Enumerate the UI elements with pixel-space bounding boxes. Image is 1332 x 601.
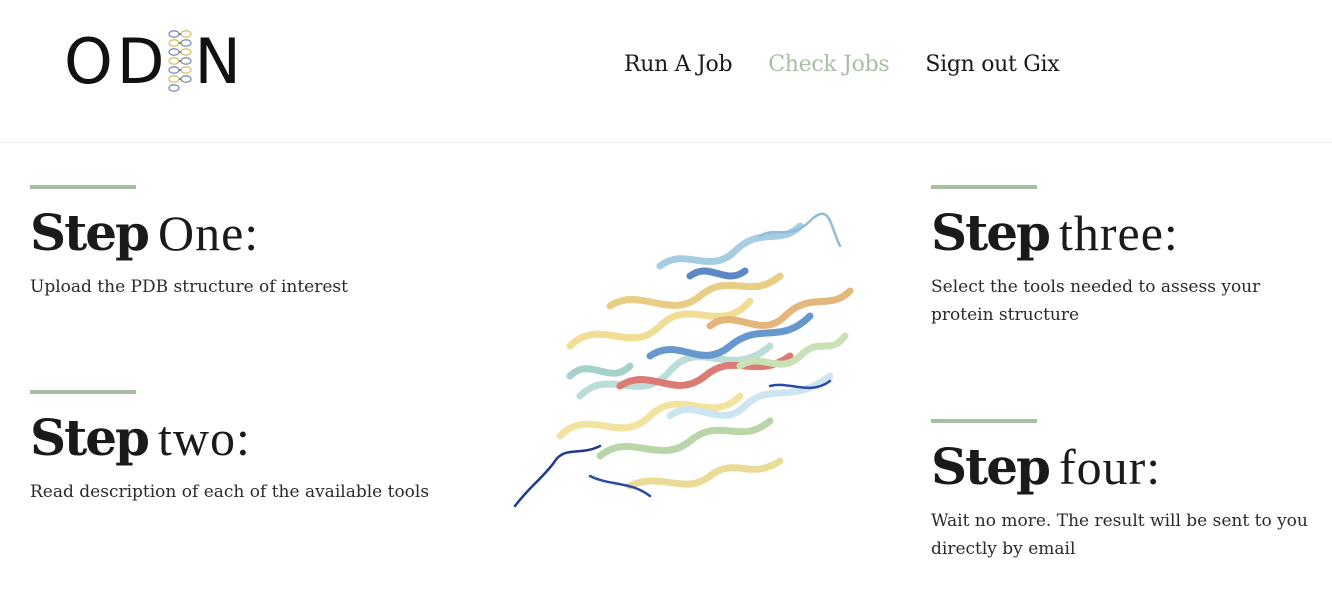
step-divider [30,390,136,394]
main-nav: Run A Job Check Jobs Sign out Gix [624,52,1060,77]
step-heading: Step two: [30,408,251,467]
nav-sign-out[interactable]: Sign out Gix [925,52,1059,77]
step-heading: Step three: [931,203,1179,262]
step-heading: Step One: [30,203,260,262]
step-description: Upload the PDB structure of interest [30,277,348,297]
step-divider [931,419,1037,423]
step-four: Step four: Wait no more. The result will … [931,419,1321,563]
step-description: Select the tools needed to assess your p… [931,277,1261,325]
step-description: Read description of each of the availabl… [30,482,430,502]
nav-run-a-job[interactable]: Run A Job [624,52,733,77]
step-two: Step two: Read description of each of the… [30,390,470,506]
logo-text-right: N [194,24,245,98]
logo-text-left: OD [64,24,169,98]
site-header: OD N Run A Job Check Jobs Sign out Gix [0,0,1332,143]
step-divider [30,185,136,189]
step-one: Step One: Upload the PDB structure of int… [30,185,470,301]
dna-helix-icon [167,30,192,92]
step-heading: Step four: [931,437,1162,496]
odin-logo[interactable]: OD N [64,25,245,98]
protein-structure-image [513,212,854,508]
nav-check-jobs[interactable]: Check Jobs [768,52,889,77]
step-three: Step three: Select the tools needed to as… [931,185,1321,329]
step-description: Wait no more. The result will be sent to… [931,511,1308,559]
step-divider [931,185,1037,189]
